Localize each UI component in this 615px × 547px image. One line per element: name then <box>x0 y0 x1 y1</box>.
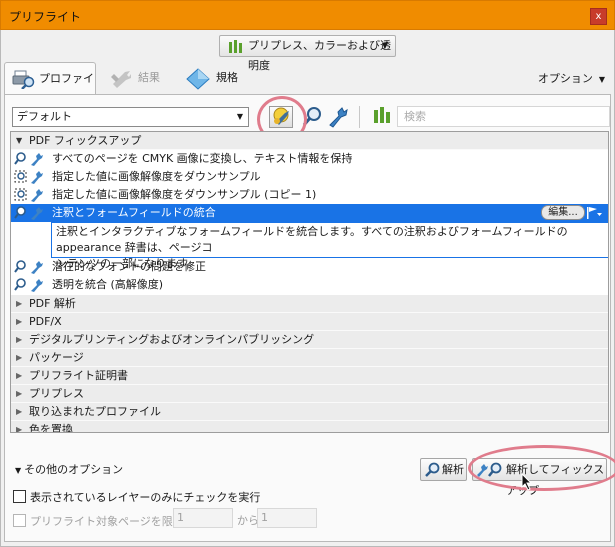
fixup-list: ▼ PDF フィックスアップ すべてのページを CMYK 画像に変換し、テキスト… <box>10 131 609 433</box>
chevron-down-icon: ▼ <box>381 41 388 50</box>
title-bar: プリフライト x <box>0 0 615 30</box>
page-from-field[interactable]: 1 <box>173 508 233 528</box>
magnifier-wrench-icon <box>14 278 43 292</box>
triangle-right-icon: ▶ <box>16 425 23 433</box>
fixup-label: 注釈とフォームフィールドの統合 <box>52 206 216 219</box>
tab-results[interactable]: 結果 <box>108 62 172 95</box>
triangle-down-icon: ▼ <box>15 466 22 475</box>
triangle-right-icon: ▶ <box>16 389 23 398</box>
group-header[interactable]: ▶ PDF 解析 <box>11 295 608 313</box>
page-to-field[interactable]: 1 <box>257 508 317 528</box>
options-menu-label: オプション <box>537 72 593 85</box>
diamond-icon <box>186 68 210 90</box>
visible-layers-label: 表示されているレイヤーのみにチェックを実行 <box>30 491 261 504</box>
group-label: デジタルプリンティングおよびオンラインパブリッシング <box>29 333 315 346</box>
group-label: パッケージ <box>29 351 84 364</box>
bar-chart-icon <box>229 40 242 53</box>
close-button[interactable]: x <box>590 8 607 25</box>
limit-pages-option[interactable]: プリフライト対象ページを限定： <box>13 513 195 529</box>
search-input[interactable]: 検索 <box>397 106 610 127</box>
visible-layers-checkbox[interactable] <box>13 490 26 503</box>
highlight-ellipse-annotation <box>468 445 615 491</box>
dotted-magnifier-wrench-icon <box>14 170 43 184</box>
triangle-right-icon: ▶ <box>16 371 23 380</box>
profiles-panel: デフォルト ▼ 検索 ▼ PDF フィックスアップ すべてのページを CMYK … <box>4 94 615 542</box>
fixup-label: すべてのページを CMYK 画像に変換し、テキスト情報を保持 <box>52 152 353 165</box>
group-label: PDF 解析 <box>29 297 76 310</box>
options-menu[interactable]: オプション ▼ <box>538 70 605 86</box>
triangle-down-icon: ▼ <box>16 136 23 145</box>
mouse-cursor-icon <box>521 473 533 491</box>
magnifier-wrench-icon <box>14 152 43 166</box>
group-label: プリフライト証明書 <box>29 369 128 382</box>
results-wrench-icon <box>111 71 131 88</box>
group-label: 取り込まれたプロファイル <box>29 405 161 418</box>
fixup-row[interactable]: 指定した値に画像解像度をダウンサンプル (コピー 1) <box>11 186 608 204</box>
magnifier-wrench-icon <box>14 206 43 220</box>
group-label: PDF フィックスアップ <box>29 134 142 147</box>
tab-profiles[interactable]: プロファイル <box>4 62 96 116</box>
fixup-row[interactable]: 指定した値に画像解像度をダウンサンプル <box>11 168 608 186</box>
toolbar-divider <box>359 106 360 128</box>
fixup-description: 注釈とインタラクティブなフォームフィールドを統合します。すべての注釈およびフォー… <box>51 222 608 270</box>
profile-library-value: デフォルト <box>17 110 72 123</box>
printer-magnifier-icon <box>12 70 35 89</box>
fixup-label: 潜在的なフォントの問題を修正 <box>52 260 206 273</box>
search-placeholder: 検索 <box>404 110 426 123</box>
tab-bar: プロファイル 結果 規格 オプション ▼ <box>0 62 615 116</box>
fixup-label: 指定した値に画像解像度をダウンサンプル <box>52 170 261 183</box>
group-header-pdf-fixups[interactable]: ▼ PDF フィックスアップ <box>11 132 608 150</box>
more-options-label: その他のオプション <box>24 463 124 476</box>
preflight-category-dropdown[interactable]: プリプレス、カラーおよび透明度 ▼ <box>219 35 396 72</box>
group-header[interactable]: ▶ PDF/X <box>11 313 608 331</box>
fixup-row[interactable]: 潜在的なフォントの問題を修正 <box>11 258 608 276</box>
chevron-down-icon: ▼ <box>598 75 605 84</box>
triangle-right-icon: ▶ <box>16 407 23 416</box>
dotted-magnifier-wrench-icon <box>14 188 43 202</box>
edit-fixup-button[interactable] <box>326 106 350 128</box>
group-header[interactable]: ▶ デジタルプリンティングおよびオンラインパブリッシング <box>11 331 608 349</box>
limit-pages-label: プリフライト対象ページを限定： <box>30 515 195 528</box>
fixup-row-selected[interactable]: 注釈とフォームフィールドの統合 編集... <box>11 204 608 222</box>
more-options-toggle[interactable]: ▼ その他のオプション <box>15 461 123 477</box>
tab-results-label: 結果 <box>138 71 160 84</box>
bar-chart-icon <box>374 107 390 123</box>
edit-fixup-inline-button[interactable]: 編集... <box>541 205 585 220</box>
group-label: 色を置換 <box>29 423 73 433</box>
flag-dropdown-icon[interactable] <box>586 206 602 220</box>
magnifier-wrench-icon <box>14 260 43 274</box>
group-header[interactable]: ▶ 取り込まれたプロファイル <box>11 403 608 421</box>
profile-library-select[interactable]: デフォルト ▼ <box>12 107 249 127</box>
description-line: 注釈とインタラクティブなフォームフィールドを統合します。すべての注釈およびフォー… <box>56 225 568 254</box>
limit-pages-checkbox[interactable] <box>13 514 26 527</box>
fixup-label: 透明を統合 (高解像度) <box>52 278 164 291</box>
chevron-down-icon: ▼ <box>236 112 243 121</box>
group-header[interactable]: ▶ プリフライト証明書 <box>11 367 608 385</box>
triangle-right-icon: ▶ <box>16 335 23 344</box>
visible-layers-option[interactable]: 表示されているレイヤーのみにチェックを実行 <box>13 489 260 505</box>
group-header[interactable]: ▶ パッケージ <box>11 349 608 367</box>
show-profiles-button[interactable] <box>373 106 397 128</box>
window-title: プリフライト <box>9 10 82 24</box>
group-label: プリプレス <box>29 387 84 400</box>
analyze-label: 解析 <box>442 463 464 476</box>
triangle-right-icon: ▶ <box>16 317 23 326</box>
page-to-label: から <box>237 514 259 527</box>
fixup-row[interactable]: すべてのページを CMYK 画像に変換し、テキスト情報を保持 <box>11 150 608 168</box>
tab-standards-label: 規格 <box>216 71 238 84</box>
tab-standards[interactable]: 規格 <box>184 62 244 95</box>
fixup-label: 指定した値に画像解像度をダウンサンプル (コピー 1) <box>52 188 317 201</box>
triangle-right-icon: ▶ <box>16 353 23 362</box>
group-label: PDF/X <box>29 315 62 328</box>
analyze-button[interactable]: 解析 <box>420 458 467 481</box>
wrench-icon <box>329 107 348 128</box>
group-header[interactable]: ▶ 色を置換 <box>11 421 608 433</box>
page-from-value: 1 <box>177 511 184 524</box>
group-header[interactable]: ▶ プリプレス <box>11 385 608 403</box>
fixup-row[interactable]: 透明を統合 (高解像度) <box>11 276 608 294</box>
magnifier-icon <box>425 462 440 477</box>
triangle-right-icon: ▶ <box>16 299 23 308</box>
page-to-value: 1 <box>261 511 268 524</box>
